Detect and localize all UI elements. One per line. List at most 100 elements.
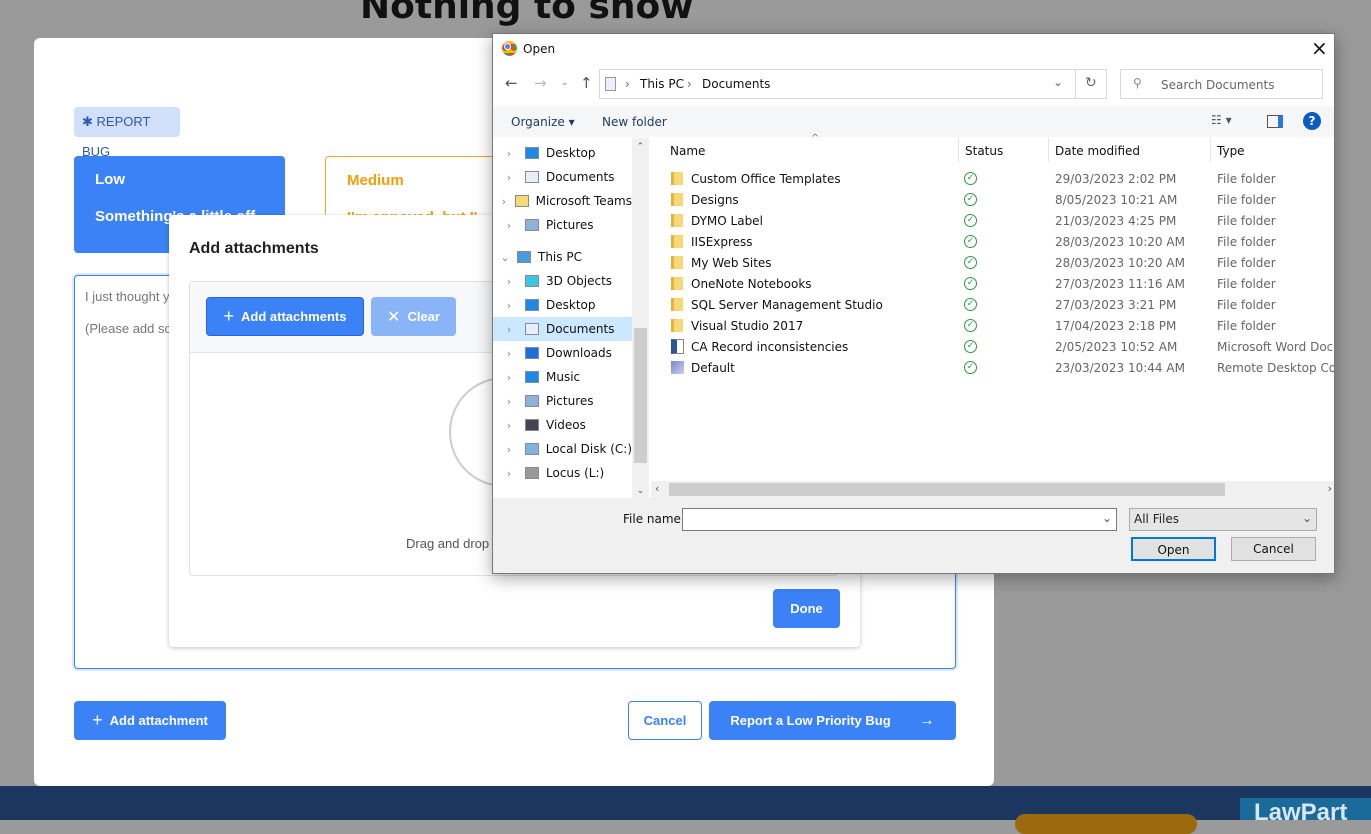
clear-button[interactable]: ✕ Clear	[371, 297, 456, 336]
footer-button[interactable]	[1015, 814, 1197, 834]
nav-item[interactable]: › Desktop	[493, 293, 632, 317]
sort-ascending-icon: ^	[811, 133, 820, 144]
search-icon: ⚲	[1133, 76, 1142, 90]
chevron-down-icon: ⌄	[1301, 511, 1312, 525]
synced-status-icon: ✓	[964, 256, 977, 269]
synced-status-icon: ✓	[964, 193, 977, 206]
new-folder-button[interactable]: New folder	[602, 115, 667, 129]
nav-item[interactable]: › Downloads	[493, 341, 632, 365]
chevron-down-icon[interactable]: ⌄	[1053, 75, 1063, 89]
chevron-right-icon[interactable]: ›	[493, 171, 525, 184]
refresh-icon[interactable]: ↻	[1085, 75, 1097, 91]
file-row[interactable]: IISExpress ✓ 28/03/2023 10:20 AM File fo…	[671, 231, 1334, 252]
synced-status-icon: ✓	[964, 298, 977, 311]
cancel-button[interactable]: Cancel	[628, 701, 702, 740]
folder-icon	[671, 235, 683, 248]
column-date-modified[interactable]: Date modified	[1055, 144, 1140, 158]
nav-item[interactable]: › Videos	[493, 413, 632, 437]
forward-icon[interactable]: →	[534, 74, 547, 92]
horizontal-scrollbar[interactable]: ‹ ›	[651, 481, 1334, 498]
address-bar[interactable]: › This PC › Documents ⌄ ↻	[599, 69, 1107, 99]
chevron-right-icon[interactable]: ›	[493, 219, 525, 232]
help-icon[interactable]: ?	[1303, 112, 1321, 130]
submit-bug-button[interactable]: Report a Low Priority Bug →	[709, 701, 956, 740]
folder-icon	[671, 319, 683, 332]
pictures-icon	[525, 395, 539, 407]
file-type-select[interactable]: All Files ⌄	[1129, 508, 1317, 531]
chevron-right-icon[interactable]: ›	[493, 195, 515, 208]
nav-item[interactable]: › Pictures	[493, 389, 632, 413]
search-input[interactable]: ⚲ Search Documents	[1120, 69, 1323, 99]
word-doc-icon	[671, 339, 684, 354]
chevron-right-icon[interactable]: ›	[493, 371, 525, 384]
chevron-right-icon[interactable]: ›	[493, 443, 525, 456]
plus-icon: +	[92, 710, 103, 730]
file-row[interactable]: OneNote Notebooks ✓ 27/03/2023 11:16 AM …	[671, 273, 1334, 294]
chevron-right-icon[interactable]: ›	[493, 147, 525, 160]
dialog-footer: File name: ⌄ All Files ⌄ Open Cancel	[493, 498, 1334, 573]
column-name[interactable]: Name	[670, 144, 705, 158]
synced-status-icon: ✓	[964, 214, 977, 227]
file-row[interactable]: Custom Office Templates ✓ 29/03/2023 2:0…	[671, 168, 1334, 189]
breadcrumb-documents[interactable]: Documents	[702, 77, 770, 91]
chevron-right-icon[interactable]: ›	[493, 275, 525, 288]
synced-status-icon: ✓	[964, 277, 977, 290]
file-row[interactable]: My Web Sites ✓ 28/03/2023 10:20 AM File …	[671, 252, 1334, 273]
folder-icon	[671, 193, 683, 206]
nav-item[interactable]: › Locus (L:)	[493, 461, 632, 485]
arrow-right-icon: →	[918, 711, 935, 729]
plus-icon: +	[223, 306, 235, 326]
nav-item[interactable]: › Local Disk (C:)	[493, 437, 632, 461]
organize-menu[interactable]: Organize ▾	[511, 115, 575, 129]
file-row[interactable]: Visual Studio 2017 ✓ 17/04/2023 2:18 PM …	[671, 315, 1334, 336]
chevron-down-icon[interactable]: ⌄	[1102, 511, 1112, 525]
file-row[interactable]: DYMO Label ✓ 21/03/2023 4:25 PM File fol…	[671, 210, 1334, 231]
nav-scrollbar[interactable]: ⌃ ⌄	[632, 138, 649, 498]
breadcrumb-this-pc[interactable]: This PC	[640, 77, 684, 91]
chevron-right-icon[interactable]: ›	[493, 323, 525, 336]
close-icon[interactable]: ×	[1311, 36, 1328, 60]
file-name-input[interactable]: ⌄	[682, 508, 1117, 531]
nav-item[interactable]: › 3D Objects	[493, 269, 632, 293]
documents-icon	[525, 171, 539, 183]
file-row[interactable]: CA Record inconsistencies ✓ 2/05/2023 10…	[671, 336, 1334, 357]
column-type[interactable]: Type	[1217, 144, 1245, 158]
file-row[interactable]: Default ✓ 23/03/2023 10:44 AM Remote Des…	[671, 357, 1334, 378]
synced-status-icon: ✓	[964, 319, 977, 332]
up-icon[interactable]: ↑	[580, 74, 593, 92]
nav-item[interactable]: ⌄ This PC	[493, 245, 632, 269]
synced-status-icon: ✓	[964, 235, 977, 248]
open-button[interactable]: Open	[1131, 537, 1216, 561]
downloads-icon	[525, 347, 539, 359]
folder-icon	[671, 172, 683, 185]
nav-item[interactable]: › Music	[493, 365, 632, 389]
bug-icon: ✱	[82, 114, 97, 129]
chevron-right-icon[interactable]: ›	[493, 395, 525, 408]
column-status[interactable]: Status	[965, 144, 1003, 158]
chevron-right-icon[interactable]: ›	[493, 299, 525, 312]
chevron-right-icon[interactable]: ›	[493, 467, 525, 480]
preview-pane-icon[interactable]	[1267, 115, 1283, 128]
view-options-icon[interactable]: ☷ ▾	[1211, 113, 1232, 127]
chevron-right-icon[interactable]: ›	[493, 419, 525, 432]
file-row[interactable]: SQL Server Management Studio ✓ 27/03/202…	[671, 294, 1334, 315]
nav-item[interactable]: › Pictures	[493, 213, 632, 237]
nav-item[interactable]: › Documents	[493, 165, 632, 189]
dialog-cancel-button[interactable]: Cancel	[1231, 537, 1316, 561]
nav-item[interactable]: › Desktop	[493, 141, 632, 165]
file-row[interactable]: Designs ✓ 8/05/2023 10:21 AM File folder	[671, 189, 1334, 210]
nav-item[interactable]: › Documents	[493, 317, 632, 341]
chevron-right-icon[interactable]: ›	[493, 347, 525, 360]
chevron-down-icon[interactable]: ⌄	[493, 251, 517, 264]
nav-item[interactable]: › Microsoft Teams	[493, 189, 632, 213]
add-attachments-button[interactable]: + Add attachments	[206, 297, 364, 336]
lawpart-logo: LawPart	[1240, 798, 1371, 820]
add-attachment-button[interactable]: + Add attachment	[74, 701, 226, 740]
recent-chevron-icon[interactable]: ⌄	[561, 78, 569, 88]
folder-icon	[514, 195, 529, 207]
synced-status-icon: ✓	[964, 340, 977, 353]
3d-objects-icon	[525, 275, 539, 287]
done-button[interactable]: Done	[773, 589, 840, 628]
network-drive-icon	[525, 467, 539, 479]
back-icon[interactable]: ←	[505, 74, 518, 92]
